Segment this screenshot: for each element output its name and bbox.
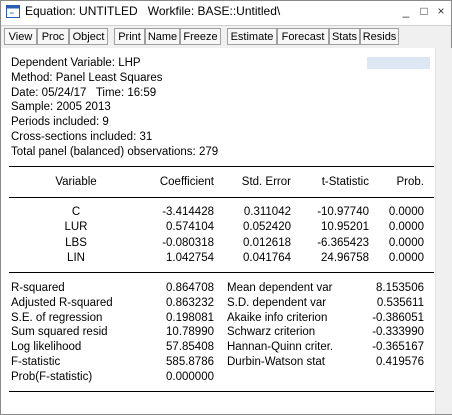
prob-value: 0.0000 — [388, 252, 424, 264]
view-button[interactable]: View — [4, 28, 37, 45]
stat-label: Schwarz criterion — [227, 326, 316, 338]
t-statistic-value: 24.96758 — [321, 252, 369, 264]
stat-label: R-squared — [11, 282, 65, 294]
minimize-button[interactable]: _ — [399, 4, 413, 18]
cross-sections: Cross-sections included: 31 — [11, 131, 153, 143]
stat-value: -0.386051 — [372, 312, 424, 324]
close-button[interactable]: × — [434, 4, 448, 18]
std-error-value: 0.311042 — [243, 206, 291, 218]
estimation-date: Date: 05/24/17 Time: 16:59 — [11, 87, 157, 99]
stat-value: 57.85408 — [166, 341, 214, 353]
t-statistic-value: -10.97740 — [317, 206, 369, 218]
stat-value: 10.78990 — [166, 326, 214, 338]
prob-value: 0.0000 — [388, 237, 424, 249]
variable-name: C — [71, 206, 81, 218]
variable-name: LBS — [65, 237, 87, 249]
stat-value: -0.333990 — [372, 326, 424, 338]
column-header-prob: Prob. — [396, 176, 425, 188]
stat-value: 0.863232 — [166, 297, 214, 309]
stat-label: Durbin-Watson stat — [227, 356, 325, 368]
toolbar: View Proc Object Print Name Freeze Estim… — [1, 25, 451, 49]
coefficient-value: 0.574104 — [166, 221, 214, 233]
total-observations: Total panel (balanced) observations: 279 — [11, 146, 219, 158]
stat-value: 0.419576 — [376, 356, 424, 368]
object-button[interactable]: Object — [69, 28, 108, 45]
stat-value: 0.198081 — [166, 312, 214, 324]
name-button[interactable]: Name — [145, 28, 180, 45]
std-error-value: 0.012618 — [243, 237, 291, 249]
stat-label: F-statistic — [11, 356, 61, 368]
divider — [9, 197, 434, 198]
coefficient-value: -3.414428 — [162, 206, 214, 218]
stat-label: Prob(F-statistic) — [11, 371, 93, 383]
forecast-button[interactable]: Forecast — [277, 28, 329, 45]
stat-label: Log likelihood — [11, 341, 82, 353]
stat-value: 0.535611 — [376, 297, 424, 309]
print-button[interactable]: Print — [114, 28, 145, 45]
column-header-t-statistic: t-Statistic — [321, 176, 369, 188]
stat-label: Mean dependent var — [227, 282, 333, 294]
svg-text:=: = — [9, 9, 14, 18]
stat-value: 585.8786 — [166, 356, 214, 368]
std-error-value: 0.041764 — [243, 252, 291, 264]
periods-included: Periods included: 9 — [11, 116, 109, 128]
variable-name: LUR — [64, 221, 88, 233]
std-error-value: 0.052420 — [243, 221, 291, 233]
title-bar[interactable]: = Equation: UNTITLED Workfile: BASE::Unt… — [1, 1, 451, 24]
column-header-std-error: Std. Error — [241, 176, 291, 188]
divider — [9, 272, 434, 273]
proc-button[interactable]: Proc — [37, 28, 69, 45]
estimation-method: Method: Panel Least Squares — [11, 72, 163, 84]
stat-value: 0.864708 — [166, 282, 214, 294]
equation-window: = Equation: UNTITLED Workfile: BASE::Unt… — [0, 0, 452, 415]
stat-label: Akaike info criterion — [227, 312, 328, 324]
t-statistic-value: 10.95201 — [321, 221, 369, 233]
divider — [9, 391, 434, 392]
restore-button[interactable]: □ — [417, 4, 431, 18]
equation-icon: = — [6, 5, 20, 18]
stat-value: 8.153506 — [376, 282, 424, 294]
selected-cell — [367, 57, 430, 69]
resids-button[interactable]: Resids — [360, 28, 399, 45]
t-statistic-value: -6.365423 — [317, 237, 369, 249]
stat-label: S.E. of regression — [11, 312, 103, 324]
stat-label: Hannan-Quinn criter. — [227, 341, 334, 353]
stat-value: 0.000000 — [166, 371, 214, 383]
column-header-coefficient: Coefficient — [159, 176, 214, 188]
sample-range: Sample: 2005 2013 — [11, 101, 111, 113]
stat-label: Adjusted R-squared — [11, 297, 113, 309]
prob-value: 0.0000 — [388, 206, 424, 218]
prob-value: 0.0000 — [388, 221, 424, 233]
dependent-variable: Dependent Variable: LHP — [11, 57, 141, 69]
stats-button[interactable]: Stats — [329, 28, 360, 45]
estimate-button[interactable]: Estimate — [227, 28, 277, 45]
stat-label: S.D. dependent var — [227, 297, 327, 309]
divider — [9, 166, 434, 167]
column-header-variable: Variable — [55, 176, 97, 188]
coefficient-value: 1.042754 — [166, 252, 214, 264]
stat-value: -0.365167 — [372, 341, 424, 353]
variable-name: LIN — [67, 252, 85, 264]
vertical-scrollbar[interactable] — [435, 48, 452, 414]
stat-label: Sum squared resid — [11, 326, 108, 338]
freeze-button[interactable]: Freeze — [180, 28, 221, 45]
coefficient-value: -0.080318 — [162, 237, 214, 249]
window-title: Equation: UNTITLED Workfile: BASE::Untit… — [25, 4, 281, 18]
